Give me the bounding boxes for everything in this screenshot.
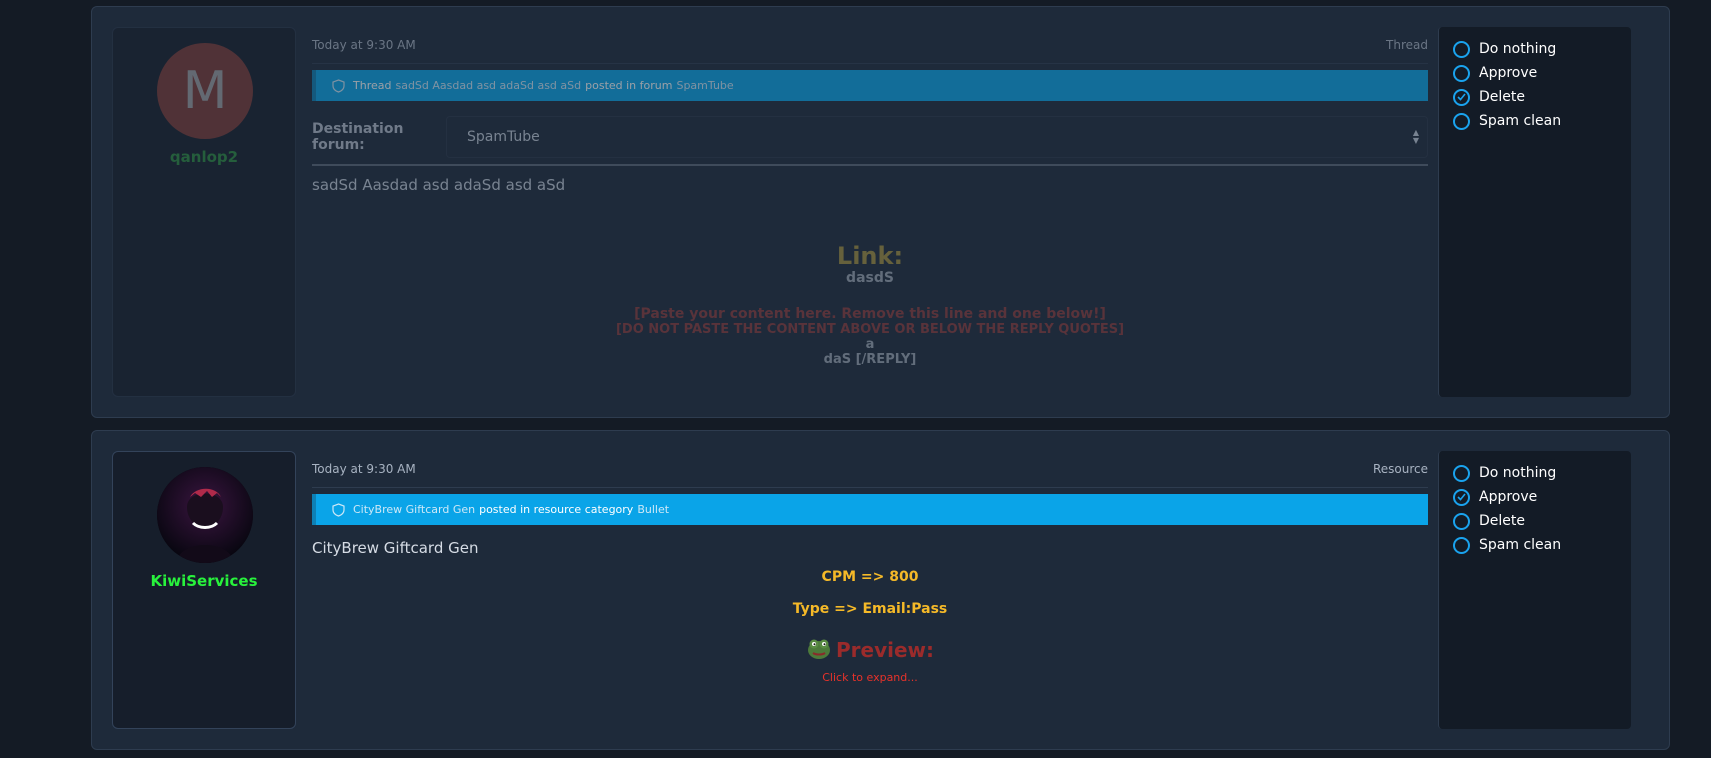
username[interactable]: KiwiServices [113,572,295,590]
avatar[interactable] [157,467,253,563]
content-panel: Today at 9:30 AM Resource CityBrew Giftc… [312,451,1428,729]
action-option-do-nothing[interactable]: Do nothing [1453,461,1631,485]
action-radio-list: Do nothing Approve Delete Spam clean [1439,451,1631,557]
avatar-letter: M [182,61,228,121]
link-heading: Link: [836,242,904,270]
radio-checked-icon[interactable] [1453,88,1470,106]
post-body: CPM => 800 Type => Email:Pass Preview: C… [312,569,1428,684]
content-banner: Thread sadSd Aasdad asd adaSd asd aSd po… [312,70,1428,101]
banner-middle: posted in forum [585,79,673,92]
content-type: Thread [1386,38,1428,52]
action-option-do-nothing[interactable]: Do nothing [1453,37,1631,61]
destination-value: SpamTube [467,129,540,145]
cpm-line: CPM => 800 [821,569,919,585]
action-option-label: Spam clean [1479,537,1562,553]
post-body: Link: dasdS [Paste your content here. Re… [312,242,1428,367]
post-title: sadSd Aasdad asd adaSd asd aSd [312,176,566,194]
action-option-spam-clean[interactable]: Spam clean [1453,109,1631,133]
action-option-label: Approve [1479,489,1538,505]
frog-emoji-icon [806,635,832,665]
radio-empty-icon[interactable] [1453,40,1470,58]
select-arrows-icon: ▲ ▼ [1412,128,1419,145]
action-option-label: Delete [1479,89,1525,105]
action-option-label: Do nothing [1479,41,1557,57]
action-option-label: Delete [1479,513,1525,529]
action-option-spam-clean[interactable]: Spam clean [1453,533,1631,557]
timestamp: Today at 9:30 AM [312,462,416,476]
banner-title-link[interactable]: sadSd Aasdad asd adaSd asd aSd [395,79,581,92]
destination-forum-select[interactable]: SpamTube ▲ ▼ [446,116,1428,158]
user-panel: KiwiServices [112,451,296,729]
content-type: Resource [1372,462,1428,476]
timestamp: Today at 9:30 AM [312,38,416,52]
paste-instruction-1: [Paste your content here. Remove this li… [634,306,1106,322]
approval-item-resource: KiwiServices Today at 9:30 AM Resource C… [91,430,1670,750]
banner-title-link[interactable]: CityBrew Giftcard Gen [353,503,475,516]
type-line: Type => Email:Pass [792,601,948,617]
banner-location-link[interactable]: SpamTube [676,79,733,92]
content-banner: CityBrew Giftcard Gen posted in resource… [312,494,1428,525]
radio-empty-icon[interactable] [1453,536,1470,554]
avatar[interactable]: M [157,43,253,139]
approval-item-thread: M qanlop2 Today at 9:30 AM Thread Thread… [91,6,1670,418]
body-line-a: a [865,337,875,352]
banner-prefix: Thread [353,79,392,92]
click-to-expand-link[interactable]: Click to expand... [312,671,1428,684]
action-option-delete[interactable]: Delete [1453,85,1631,109]
avatar-image [157,467,253,563]
radio-checked-icon[interactable] [1453,488,1470,506]
banner-middle: posted in resource category [479,503,634,516]
action-panel: Do nothing Approve Delete Spam clean [1438,27,1631,397]
action-option-approve[interactable]: Approve [1453,485,1631,509]
username[interactable]: qanlop2 [113,148,295,166]
user-panel: M qanlop2 [112,27,296,397]
paste-instruction-2: [DO NOT PASTE THE CONTENT ABOVE OR BELOW… [615,322,1125,337]
radio-empty-icon[interactable] [1453,512,1470,530]
link-value: dasdS [846,270,894,286]
action-option-label: Approve [1479,65,1538,81]
preview-heading: Preview: [835,638,935,662]
action-panel: Do nothing Approve Delete Spam clean [1438,451,1631,729]
banner-location-link[interactable]: Bullet [637,503,669,516]
content-panel: Today at 9:30 AM Thread Thread sadSd Aas… [312,27,1428,397]
radio-empty-icon[interactable] [1453,464,1470,482]
action-option-label: Do nothing [1479,465,1557,481]
action-option-label: Spam clean [1479,113,1562,129]
shield-icon [332,78,345,93]
body-line-reply: daS [/REPLY] [823,352,917,367]
action-option-approve[interactable]: Approve [1453,61,1631,85]
preview-line: Preview: [312,635,1428,665]
shield-icon [332,502,345,517]
destination-label: Destination forum: [312,121,404,153]
destination-row: Destination forum: SpamTube ▲ ▼ [312,116,1428,166]
post-title: CityBrew Giftcard Gen [312,539,479,557]
action-radio-list: Do nothing Approve Delete Spam clean [1439,27,1631,133]
action-option-delete[interactable]: Delete [1453,509,1631,533]
meta-row: Today at 9:30 AM Thread [312,27,1428,64]
radio-empty-icon[interactable] [1453,112,1470,130]
meta-row: Today at 9:30 AM Resource [312,451,1428,488]
radio-empty-icon[interactable] [1453,64,1470,82]
